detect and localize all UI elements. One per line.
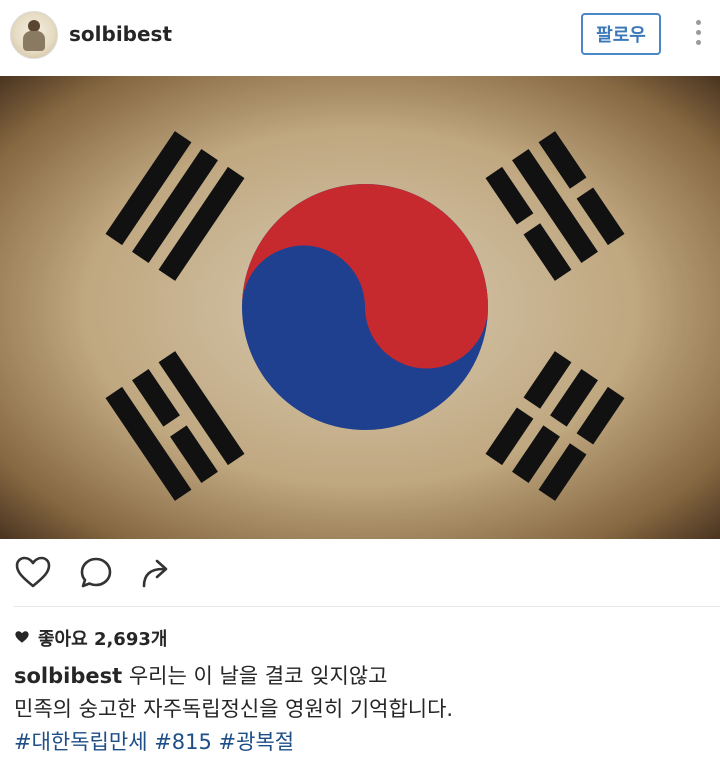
likes-count[interactable]: 좋아요 2,693개 [14, 625, 167, 651]
likes-label: 좋아요 2,693개 [38, 629, 168, 650]
heart-filled-icon [14, 628, 30, 649]
follow-button[interactable]: 팔로우 [581, 13, 661, 55]
username[interactable]: solbibest [69, 22, 172, 46]
avatar[interactable] [10, 11, 58, 59]
hashtags[interactable]: #대한독립만세 #815 #광복절 [14, 726, 714, 759]
share-arrow-icon[interactable] [139, 555, 175, 595]
avatar-figure-body [23, 31, 45, 51]
post-image[interactable] [0, 76, 720, 539]
caption-line-1: 우리는 이 날을 결코 잊지않고 [128, 664, 388, 688]
divider [14, 606, 720, 607]
more-vertical-icon[interactable] [692, 20, 704, 50]
heart-outline-icon[interactable] [14, 555, 52, 593]
comment-bubble-icon[interactable] [78, 555, 114, 595]
post-header: solbibest 팔로우 [0, 0, 720, 76]
korean-flag-image [0, 76, 720, 539]
post-actions [0, 539, 720, 607]
caption-username[interactable]: solbibest [14, 664, 122, 688]
caption-line-2: 민족의 숭고한 자주독립정신을 영원히 기억합니다. [14, 697, 454, 721]
post-caption: solbibest 우리는 이 날을 결코 잊지않고 민족의 숭고한 자주독립정… [14, 660, 714, 759]
